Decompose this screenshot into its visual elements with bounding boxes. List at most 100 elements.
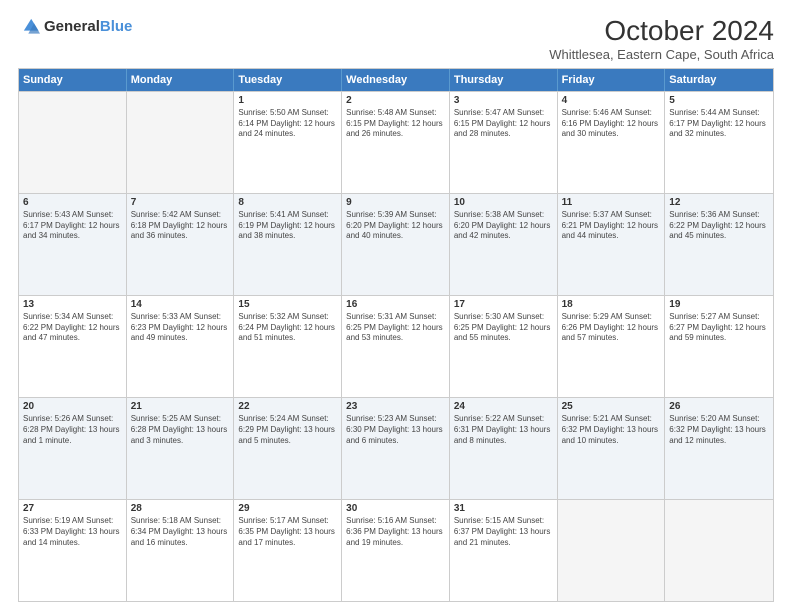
- cal-week-5: 27 Sunrise: 5:19 AM Sunset: 6:33 PM Dayli…: [19, 499, 773, 601]
- cell-info: Sunrise: 5:34 AM Sunset: 6:22 PM Dayligh…: [23, 312, 122, 344]
- logo: GeneralBlue: [18, 16, 132, 38]
- title-block: October 2024 Whittlesea, Eastern Cape, S…: [549, 16, 774, 62]
- cal-cell-2-3: 8Sunrise: 5:41 AM Sunset: 6:19 PM Daylig…: [234, 194, 342, 295]
- day-number: 31: [454, 503, 553, 514]
- header-saturday: Saturday: [665, 69, 773, 91]
- cell-info: Sunrise: 5:24 AM Sunset: 6:29 PM Dayligh…: [238, 414, 337, 446]
- cell-info: Sunrise: 5:30 AM Sunset: 6:25 PM Dayligh…: [454, 312, 553, 344]
- day-number: 28: [131, 503, 230, 514]
- day-number: 3: [454, 95, 553, 106]
- cell-info: Sunrise: 5:26 AM Sunset: 6:28 PM Dayligh…: [23, 414, 122, 446]
- cell-info: Sunrise: 5:15 AM Sunset: 6:37 PM Dayligh…: [454, 516, 553, 548]
- cell-info: Sunrise: 5:47 AM Sunset: 6:15 PM Dayligh…: [454, 108, 553, 140]
- cell-info: Sunrise: 5:50 AM Sunset: 6:14 PM Dayligh…: [238, 108, 337, 140]
- location: Whittlesea, Eastern Cape, South Africa: [549, 47, 774, 62]
- month-title: October 2024: [549, 16, 774, 47]
- cal-cell-3-4: 16 Sunrise: 5:31 AM Sunset: 6:25 PM Dayli…: [342, 296, 450, 397]
- cell-info: Sunrise: 5:17 AM Sunset: 6:35 PM Dayligh…: [238, 516, 337, 548]
- cal-cell-5-7: [665, 500, 773, 601]
- logo-blue: Blue: [100, 18, 133, 35]
- day-number: 14: [131, 299, 230, 310]
- cal-cell-5-1: 27 Sunrise: 5:19 AM Sunset: 6:33 PM Dayli…: [19, 500, 127, 601]
- cell-info: Sunrise: 5:46 AM Sunset: 6:16 PM Dayligh…: [562, 108, 661, 140]
- cal-cell-2-6: 11 Sunrise: 5:37 AM Sunset: 6:21 PM Dayli…: [558, 194, 666, 295]
- day-number: 21: [131, 401, 230, 412]
- cell-info: Sunrise: 5:38 AM Sunset: 6:20 PM Dayligh…: [454, 210, 553, 242]
- cell-info: Sunrise: 5:42 AM Sunset: 6:18 PM Dayligh…: [131, 210, 230, 242]
- cell-info: Sunrise: 5:48 AM Sunset: 6:15 PM Dayligh…: [346, 108, 445, 140]
- day-number: 11: [562, 197, 661, 208]
- day-number: 1: [238, 95, 337, 106]
- cal-cell-1-5: 3 Sunrise: 5:47 AM Sunset: 6:15 PM Daylig…: [450, 92, 558, 193]
- cell-info: Sunrise: 5:37 AM Sunset: 6:21 PM Dayligh…: [562, 210, 661, 242]
- cal-cell-1-3: 1 Sunrise: 5:50 AM Sunset: 6:14 PM Daylig…: [234, 92, 342, 193]
- cal-cell-2-4: 9 Sunrise: 5:39 AM Sunset: 6:20 PM Daylig…: [342, 194, 450, 295]
- day-number: 13: [23, 299, 122, 310]
- logo-general: General: [44, 18, 100, 35]
- cell-info: Sunrise: 5:27 AM Sunset: 6:27 PM Dayligh…: [669, 312, 769, 344]
- cal-cell-3-6: 18 Sunrise: 5:29 AM Sunset: 6:26 PM Dayli…: [558, 296, 666, 397]
- cell-info: Sunrise: 5:21 AM Sunset: 6:32 PM Dayligh…: [562, 414, 661, 446]
- day-number: 16: [346, 299, 445, 310]
- cal-cell-4-4: 23Sunrise: 5:23 AM Sunset: 6:30 PM Dayli…: [342, 398, 450, 499]
- cal-cell-1-2: [127, 92, 235, 193]
- day-number: 26: [669, 401, 769, 412]
- day-number: 10: [454, 197, 553, 208]
- cal-cell-3-2: 14Sunrise: 5:33 AM Sunset: 6:23 PM Dayli…: [127, 296, 235, 397]
- cal-cell-4-6: 25 Sunrise: 5:21 AM Sunset: 6:32 PM Dayli…: [558, 398, 666, 499]
- day-number: 25: [562, 401, 661, 412]
- page: GeneralBlue October 2024 Whittlesea, Eas…: [0, 0, 792, 612]
- cell-info: Sunrise: 5:18 AM Sunset: 6:34 PM Dayligh…: [131, 516, 230, 548]
- cal-cell-1-1: [19, 92, 127, 193]
- calendar: Sunday Monday Tuesday Wednesday Thursday…: [18, 68, 774, 602]
- day-number: 30: [346, 503, 445, 514]
- cell-info: Sunrise: 5:19 AM Sunset: 6:33 PM Dayligh…: [23, 516, 122, 548]
- day-number: 18: [562, 299, 661, 310]
- header-sunday: Sunday: [19, 69, 127, 91]
- cell-info: Sunrise: 5:43 AM Sunset: 6:17 PM Dayligh…: [23, 210, 122, 242]
- cal-cell-2-5: 10 Sunrise: 5:38 AM Sunset: 6:20 PM Dayli…: [450, 194, 558, 295]
- cal-cell-4-5: 24Sunrise: 5:22 AM Sunset: 6:31 PM Dayli…: [450, 398, 558, 499]
- day-number: 24: [454, 401, 553, 412]
- cal-cell-5-3: 29 Sunrise: 5:17 AM Sunset: 6:35 PM Dayli…: [234, 500, 342, 601]
- cal-cell-1-7: 5Sunrise: 5:44 AM Sunset: 6:17 PM Daylig…: [665, 92, 773, 193]
- header-tuesday: Tuesday: [234, 69, 342, 91]
- header-monday: Monday: [127, 69, 235, 91]
- calendar-header: Sunday Monday Tuesday Wednesday Thursday…: [19, 69, 773, 91]
- cal-cell-2-2: 7 Sunrise: 5:42 AM Sunset: 6:18 PM Daylig…: [127, 194, 235, 295]
- cal-week-4: 20 Sunrise: 5:26 AM Sunset: 6:28 PM Dayli…: [19, 397, 773, 499]
- cal-cell-4-2: 21 Sunrise: 5:25 AM Sunset: 6:28 PM Dayli…: [127, 398, 235, 499]
- day-number: 29: [238, 503, 337, 514]
- day-number: 17: [454, 299, 553, 310]
- cal-cell-3-5: 17 Sunrise: 5:30 AM Sunset: 6:25 PM Dayli…: [450, 296, 558, 397]
- cal-cell-5-5: 31 Sunrise: 5:15 AM Sunset: 6:37 PM Dayli…: [450, 500, 558, 601]
- cal-cell-3-1: 13 Sunrise: 5:34 AM Sunset: 6:22 PM Dayli…: [19, 296, 127, 397]
- cell-info: Sunrise: 5:36 AM Sunset: 6:22 PM Dayligh…: [669, 210, 769, 242]
- header-friday: Friday: [558, 69, 666, 91]
- day-number: 15: [238, 299, 337, 310]
- logo-icon: [18, 16, 40, 38]
- cell-info: Sunrise: 5:25 AM Sunset: 6:28 PM Dayligh…: [131, 414, 230, 446]
- cell-info: Sunrise: 5:39 AM Sunset: 6:20 PM Dayligh…: [346, 210, 445, 242]
- cell-info: Sunrise: 5:29 AM Sunset: 6:26 PM Dayligh…: [562, 312, 661, 344]
- day-number: 22: [238, 401, 337, 412]
- header-wednesday: Wednesday: [342, 69, 450, 91]
- day-number: 9: [346, 197, 445, 208]
- cell-info: Sunrise: 5:20 AM Sunset: 6:32 PM Dayligh…: [669, 414, 769, 446]
- cell-info: Sunrise: 5:31 AM Sunset: 6:25 PM Dayligh…: [346, 312, 445, 344]
- cal-cell-1-4: 2 Sunrise: 5:48 AM Sunset: 6:15 PM Daylig…: [342, 92, 450, 193]
- cell-info: Sunrise: 5:16 AM Sunset: 6:36 PM Dayligh…: [346, 516, 445, 548]
- cal-cell-1-6: 4Sunrise: 5:46 AM Sunset: 6:16 PM Daylig…: [558, 92, 666, 193]
- cal-cell-4-7: 26 Sunrise: 5:20 AM Sunset: 6:32 PM Dayli…: [665, 398, 773, 499]
- day-number: 20: [23, 401, 122, 412]
- day-number: 2: [346, 95, 445, 106]
- cal-week-3: 13 Sunrise: 5:34 AM Sunset: 6:22 PM Dayli…: [19, 295, 773, 397]
- cal-cell-2-1: 6Sunrise: 5:43 AM Sunset: 6:17 PM Daylig…: [19, 194, 127, 295]
- day-number: 27: [23, 503, 122, 514]
- calendar-body: 1 Sunrise: 5:50 AM Sunset: 6:14 PM Daylig…: [19, 91, 773, 601]
- cal-cell-5-2: 28 Sunrise: 5:18 AM Sunset: 6:34 PM Dayli…: [127, 500, 235, 601]
- header: GeneralBlue October 2024 Whittlesea, Eas…: [18, 16, 774, 62]
- cal-cell-4-1: 20 Sunrise: 5:26 AM Sunset: 6:28 PM Dayli…: [19, 398, 127, 499]
- day-number: 7: [131, 197, 230, 208]
- cal-week-2: 6Sunrise: 5:43 AM Sunset: 6:17 PM Daylig…: [19, 193, 773, 295]
